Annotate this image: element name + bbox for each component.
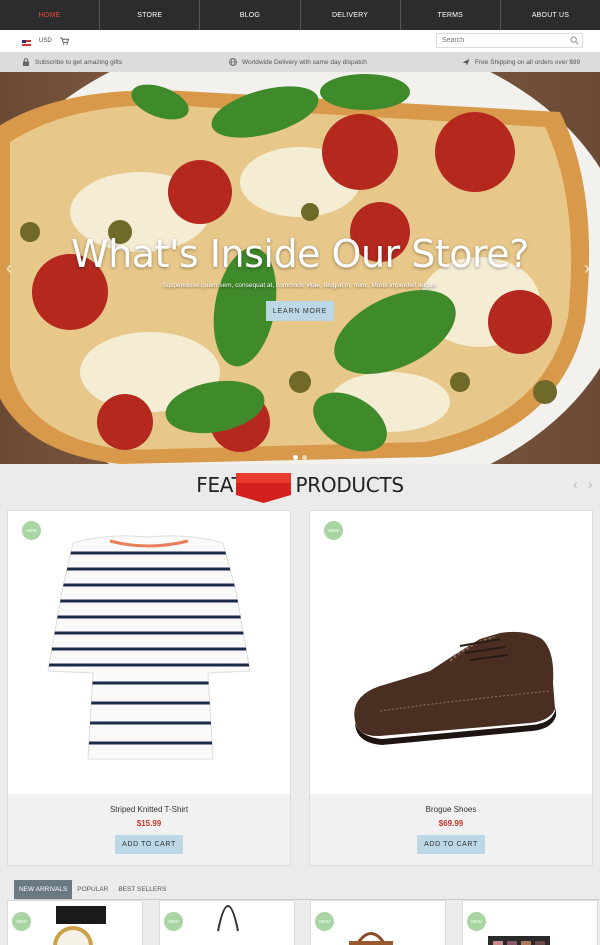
product-footer: Brogue Shoes $69.99 ADD TO CART (310, 794, 592, 865)
tshirt-image (47, 535, 251, 760)
product-image[interactable]: NEW (8, 511, 290, 794)
cart-icon[interactable] (60, 37, 69, 45)
info-subscribe: Subscribe to get amazing gifts (22, 58, 122, 66)
nav-store[interactable]: STORE (100, 0, 201, 30)
add-to-cart-button[interactable]: ADD TO CART (115, 835, 183, 854)
slider-dot[interactable] (293, 455, 298, 460)
nav-terms[interactable]: TERMS (401, 0, 501, 30)
hero-title: What's Inside Our Store? (71, 232, 529, 276)
product-name[interactable]: Striped Knitted T-Shirt (8, 805, 290, 814)
mini-product-card[interactable]: NEW (159, 900, 295, 945)
new-badge: NEW (22, 521, 41, 540)
tab-popular[interactable]: POPULAR (72, 880, 113, 899)
top-nav: HOME STORE BLOG DELIVERY TERMS ABOUT US (0, 0, 600, 30)
product-card[interactable]: NEW Striped Knitted T-Shirt $15.99 ADD T… (7, 510, 291, 866)
slider-dots (293, 455, 307, 460)
palette-icon (488, 936, 550, 945)
hero-subtitle: Suspendisse quam sem, consequat at, comm… (162, 282, 438, 289)
nav-blog[interactable]: BLOG (200, 0, 301, 30)
subscribe-text: Subscribe to get amazing gifts (35, 58, 123, 66)
tab-new-arrivals[interactable]: NEW ARRIVALS (14, 880, 73, 899)
nav-home[interactable]: HOME (0, 0, 101, 30)
hero-slider: What's Inside Our Store? Suspendisse qua… (0, 72, 600, 464)
mini-product-card[interactable]: NEW (462, 900, 598, 945)
add-to-cart-button[interactable]: ADD TO CART (417, 835, 485, 854)
delivery-text: Worldwide Delivery with same day dispatc… (242, 58, 367, 66)
nav-delivery[interactable]: DELIVERY (301, 0, 401, 30)
new-badge: NEW (324, 521, 343, 540)
currency-selector[interactable]: USD (39, 38, 52, 44)
product-image[interactable]: NEW (310, 511, 592, 794)
info-bar: Subscribe to get amazing gifts Worldwide… (0, 52, 600, 72)
featured-prev-icon[interactable]: ‹ (573, 476, 578, 492)
product-tabs: NEW ARRIVALS POPULAR BEST SELLERS (14, 880, 171, 899)
watch-icon (53, 906, 106, 945)
search-icon[interactable] (570, 36, 579, 45)
globe-icon (229, 58, 237, 66)
featured-title-right: PRODUCTS (295, 473, 405, 497)
product-footer: Striped Knitted T-Shirt $15.99 ADD TO CA… (8, 794, 290, 865)
product-card[interactable]: NEW Brogue Shoes $69.99 ADD TO CART (309, 510, 593, 866)
brogue-shoe-image (354, 631, 556, 745)
mini-product-card[interactable]: NEW (7, 900, 143, 945)
bag-icon (217, 904, 239, 932)
slider-prev-icon[interactable]: ‹ (6, 258, 16, 278)
product-name[interactable]: Brogue Shoes (310, 805, 592, 814)
slider-dot[interactable] (302, 455, 307, 460)
product-price: $69.99 (438, 819, 464, 828)
product-price: $15.99 (136, 819, 162, 828)
ribbon-icon (236, 473, 291, 503)
mini-product-card[interactable]: NEW (310, 900, 446, 945)
tab-best-sellers[interactable]: BEST SELLERS (113, 880, 171, 899)
featured-title: FEAT PRODUCTS (0, 473, 600, 497)
us-flag-icon[interactable] (22, 40, 31, 46)
info-shipping: Free Shipping on all orders over $99 (462, 58, 580, 66)
nav-about-us[interactable]: ABOUT US (501, 0, 600, 30)
slider-next-icon[interactable]: › (584, 258, 594, 278)
info-delivery: Worldwide Delivery with same day dispatc… (229, 58, 367, 66)
learn-more-button[interactable]: LEARN MORE (266, 301, 334, 321)
plane-icon (462, 59, 470, 66)
handbag-icon (349, 932, 393, 945)
search-input[interactable] (436, 33, 583, 48)
shipping-text: Free Shipping on all orders over $99 (475, 58, 581, 66)
featured-next-icon[interactable]: › (588, 476, 593, 492)
lock-icon (23, 58, 29, 66)
